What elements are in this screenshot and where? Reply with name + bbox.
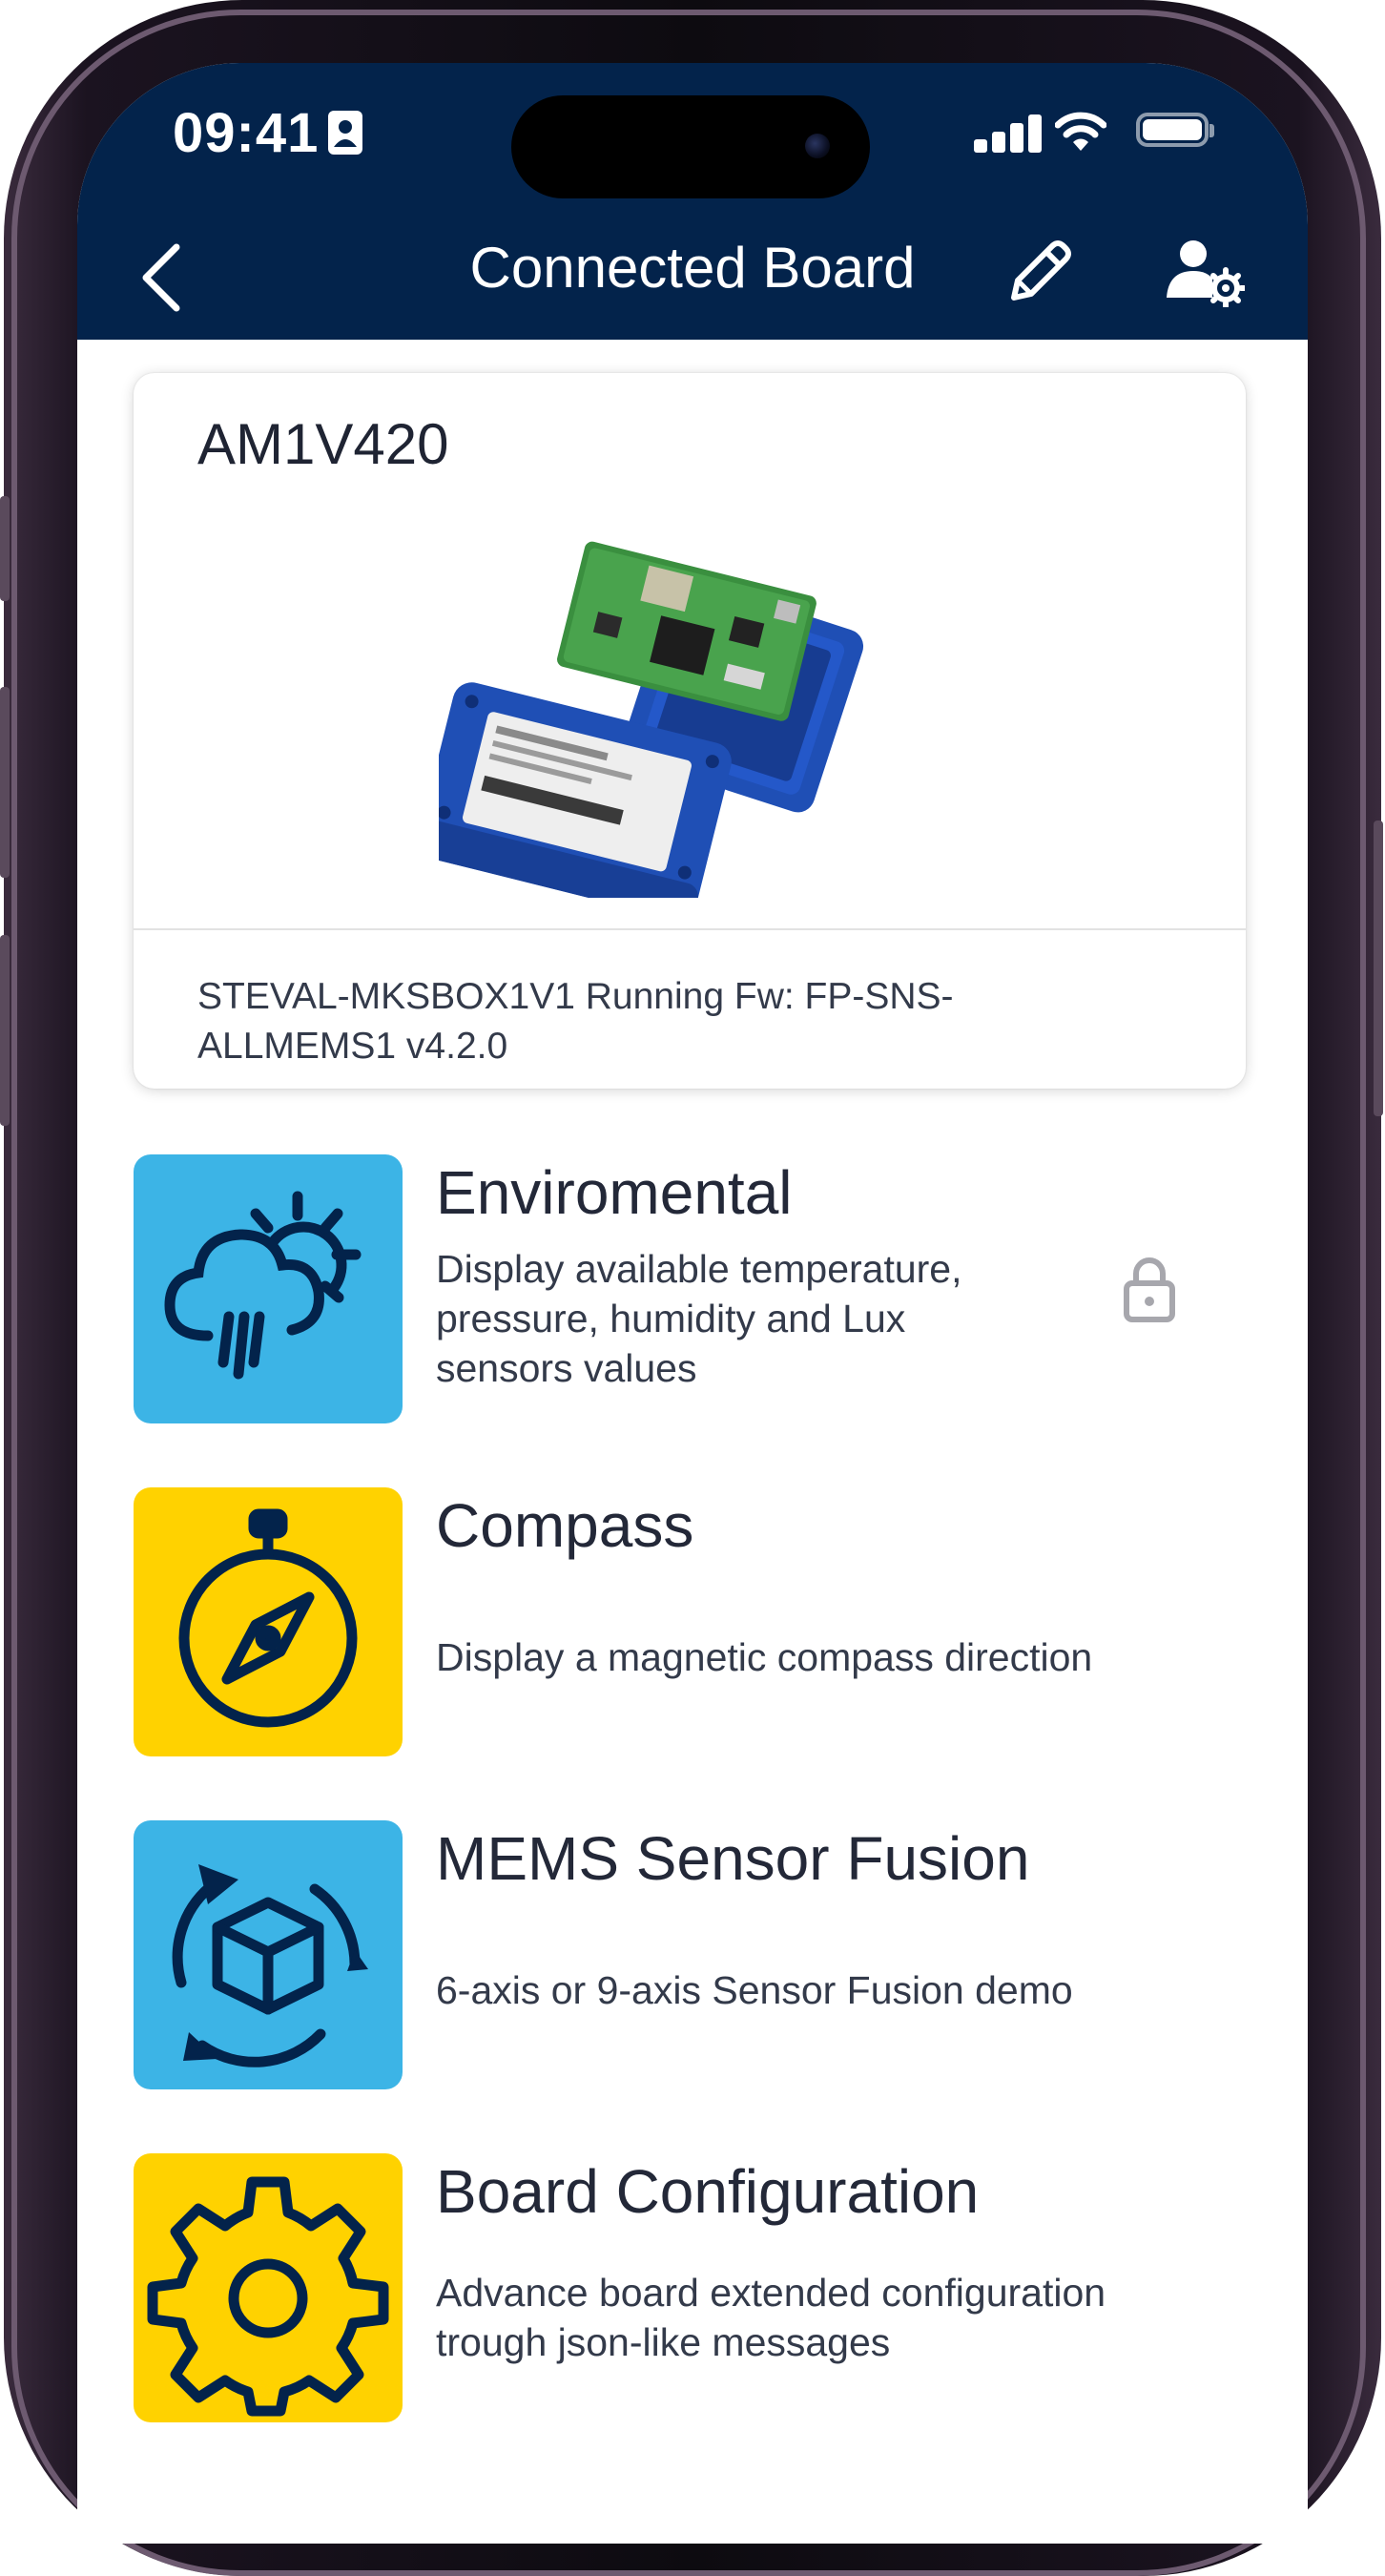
edit-pencil-icon[interactable] <box>1003 233 1079 309</box>
phone-side-button <box>1374 821 1383 1116</box>
status-time: 09:41 <box>173 102 320 164</box>
demo-title: Compass <box>436 1491 694 1560</box>
demo-tile-board-configuration <box>134 2153 403 2422</box>
board-name: AM1V420 <box>197 412 449 476</box>
dynamic-island <box>511 95 870 198</box>
phone-side-button <box>0 496 10 601</box>
phone-side-button <box>0 935 10 1126</box>
demo-item-enviromental[interactable]: Enviromental Display available temperatu… <box>134 1154 1246 1423</box>
demo-item-mems-sensor-fusion[interactable]: MEMS Sensor Fusion 6-axis or 9-axis Sens… <box>134 1820 1246 2089</box>
gear-icon <box>147 2176 389 2417</box>
card-divider <box>134 928 1246 930</box>
demo-item-compass[interactable]: Compass Display a magnetic compass direc… <box>134 1487 1246 1756</box>
demo-title: MEMS Sensor Fusion <box>436 1824 1030 1893</box>
board-firmware-description: STEVAL-MKSBOX1V1 Running Fw: FP-SNS-ALLM… <box>197 976 954 1067</box>
weather-icon <box>164 1191 362 1380</box>
demo-description: 6-axis or 9-axis Sensor Fusion demo <box>436 1968 1073 2012</box>
user-settings-icon[interactable] <box>1165 235 1245 307</box>
cellular-signal-icon <box>974 114 1042 153</box>
demo-tile-compass <box>134 1487 403 1756</box>
connected-board-card[interactable]: AM1V420 STEVAL-MKSBOX1V1 Running Fw: FP-… <box>134 373 1246 1089</box>
demo-description: Advance board extended configuration tro… <box>436 2271 1106 2364</box>
page-title: Connected Board <box>469 236 916 300</box>
app-screen: 09:41 Connected Board AM1V420 STEVAL-MKS… <box>77 63 1308 2544</box>
demo-title: Board Configuration <box>436 2157 980 2226</box>
battery-icon <box>1136 113 1214 147</box>
compass-icon <box>178 1508 358 1728</box>
board-photo <box>439 541 864 898</box>
demo-item-board-configuration[interactable]: Board Configuration Advance board extend… <box>134 2153 1246 2422</box>
phone-side-button <box>0 687 10 878</box>
demo-description: Display a magnetic compass direction <box>436 1635 1093 1679</box>
demo-tile-mems-sensor-fusion <box>134 1820 403 2089</box>
lock-icon <box>1124 1257 1175 1322</box>
demo-title: Enviromental <box>436 1158 793 1227</box>
app-header: 09:41 Connected Board <box>77 63 1308 340</box>
wifi-icon <box>1055 112 1106 151</box>
contact-card-icon <box>328 111 362 155</box>
cube-rotate-icon <box>172 1864 368 2067</box>
demo-tile-enviromental <box>134 1154 403 1423</box>
demo-description: Display available temperature, pressure,… <box>436 1247 962 1390</box>
